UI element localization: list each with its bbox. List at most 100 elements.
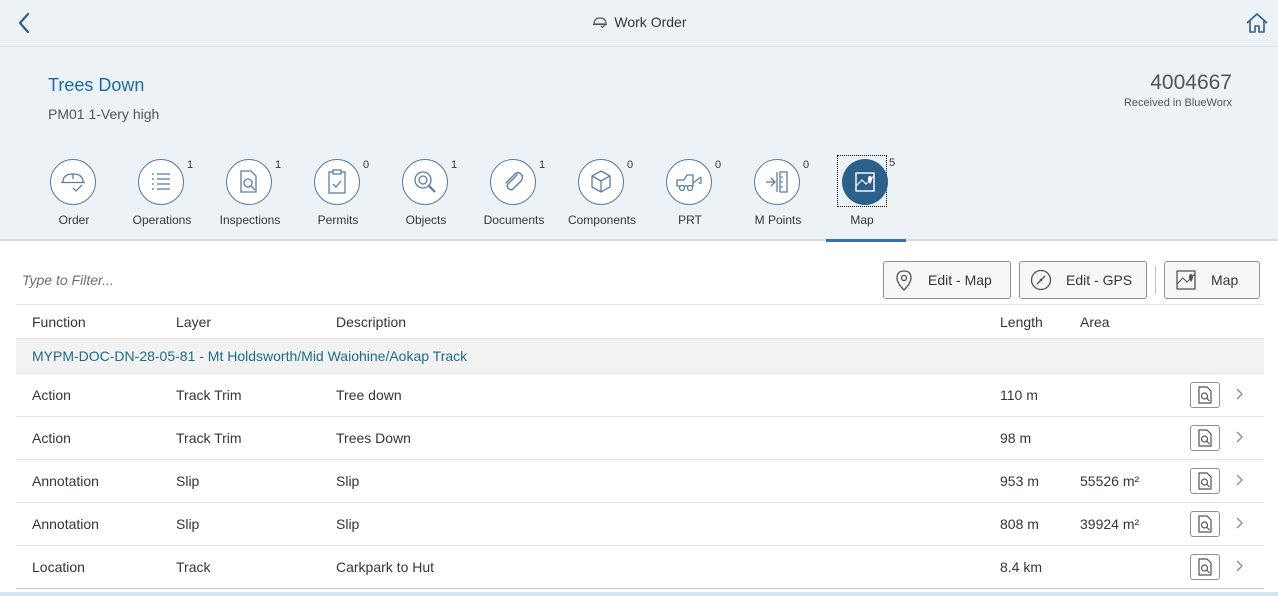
table-row[interactable]: Location Track Carkpark to Hut 8.4 km (16, 545, 1264, 589)
chevron-right-icon[interactable] (1234, 473, 1244, 490)
tab-map-label: Map (850, 213, 874, 227)
tab-components[interactable]: 0 Components (558, 157, 646, 239)
cell-description: Slip (320, 459, 984, 503)
edit-gps-label: Edit - GPS (1066, 272, 1133, 288)
table-header-row: Function Layer Description Length Area (16, 304, 1264, 339)
footer-bar (0, 592, 1278, 596)
tab-documents[interactable]: 1 Documents (470, 157, 558, 239)
tab-m-points[interactable]: 0 M Points (734, 157, 822, 239)
view-details-button[interactable] (1190, 468, 1220, 494)
tab-documents-label: Documents (483, 213, 545, 227)
column-header-function[interactable]: Function (16, 304, 160, 339)
measure-in-icon (766, 171, 788, 193)
tab-m-points-label: M Points (754, 213, 802, 227)
tab-permits[interactable]: 0 Permits (294, 157, 382, 239)
object-search-icon (414, 171, 436, 193)
tab-documents-count: 1 (539, 159, 546, 171)
tab-m-points-count: 0 (803, 159, 810, 171)
document-search-icon (1198, 386, 1212, 404)
tab-inspections[interactable]: 1 Inspections (206, 157, 294, 239)
column-header-description[interactable]: Description (320, 304, 984, 339)
tab-prt[interactable]: 0 PRT (646, 157, 734, 239)
object-header: Trees Down PM01 1-Very high 4004667 Rece… (0, 47, 1278, 242)
document-search-icon (240, 170, 257, 193)
column-header-area[interactable]: Area (1064, 304, 1174, 339)
cell-function: Annotation (16, 502, 160, 546)
edit-map-button[interactable]: Edit - Map (883, 261, 1011, 299)
cell-description: Trees Down (320, 416, 984, 460)
paperclip-icon (505, 172, 524, 191)
document-search-icon (1198, 429, 1212, 447)
document-search-icon (1198, 472, 1212, 490)
object-title: Trees Down (48, 75, 145, 95)
tab-documents-circle (490, 159, 536, 205)
cell-length: 98 m (984, 416, 1064, 460)
tab-inspections-count: 1 (275, 159, 282, 171)
view-details-button[interactable] (1190, 554, 1220, 580)
tab-operations[interactable]: 1 Operations (118, 157, 206, 239)
view-details-button[interactable] (1190, 511, 1220, 537)
cell-area: 39924 m² (1064, 502, 1174, 546)
table-row[interactable]: Annotation Slip Slip 953 m 55526 m² (16, 459, 1264, 503)
tab-map[interactable]: 5 Map (822, 155, 910, 242)
group-header-row[interactable]: MYPM-DOC-DN-28-05-81 - Mt Holdsworth/Mid… (16, 338, 1264, 374)
tab-permits-circle (314, 159, 360, 205)
cell-function: Action (16, 416, 160, 460)
tab-order[interactable]: Order (30, 157, 118, 239)
map-button[interactable]: Map (1164, 261, 1260, 299)
chevron-right-icon[interactable] (1234, 430, 1244, 447)
object-status: Received in BlueWorx (1123, 97, 1232, 109)
compass-icon (1030, 269, 1052, 291)
column-header-length[interactable]: Length (984, 304, 1064, 339)
chevron-right-icon[interactable] (1234, 387, 1244, 404)
document-search-icon (1198, 515, 1212, 533)
tab-prt-circle (666, 159, 712, 205)
tab-inspections-label: Inspections (219, 213, 281, 227)
tab-operations-label: Operations (132, 213, 192, 227)
view-details-button[interactable] (1190, 425, 1220, 451)
tab-objects-circle (402, 159, 448, 205)
cell-description: Carkpark to Hut (320, 545, 984, 589)
cell-layer: Slip (160, 502, 320, 546)
chevron-right-icon[interactable] (1234, 559, 1244, 576)
object-subtitle: PM01 1-Very high (48, 106, 160, 122)
object-number: 4004667 (1150, 71, 1232, 94)
tab-inspections-circle (226, 159, 272, 205)
chevron-right-icon[interactable] (1234, 516, 1244, 533)
edit-gps-button[interactable]: Edit - GPS (1019, 261, 1147, 299)
hard-hat-check-icon (61, 173, 85, 192)
cell-layer: Track Trim (160, 416, 320, 460)
location-pin-icon (896, 270, 912, 291)
tab-components-circle (578, 159, 624, 205)
home-button[interactable] (1244, 10, 1270, 36)
cell-length: 953 m (984, 459, 1064, 503)
tab-m-points-circle (754, 159, 800, 205)
toolbar-separator (1155, 266, 1156, 294)
hard-hat-icon (592, 17, 607, 29)
map-icon (1176, 270, 1196, 290)
group-header-label: MYPM-DOC-DN-28-05-81 - Mt Holdsworth/Mid… (16, 338, 1264, 374)
cell-length: 110 m (984, 373, 1064, 417)
cell-layer: Track Trim (160, 373, 320, 417)
tab-objects[interactable]: 1 Objects (382, 157, 470, 239)
column-header-layer[interactable]: Layer (160, 304, 320, 339)
tab-components-count: 0 (627, 159, 634, 171)
cell-actions (1174, 373, 1264, 417)
home-icon (1246, 13, 1268, 33)
cell-area (1064, 545, 1174, 589)
table-row[interactable]: Action Track Trim Tree down 110 m (16, 373, 1264, 417)
tab-permits-label: Permits (317, 213, 359, 227)
table-row[interactable]: Action Track Trim Trees Down 98 m (16, 416, 1264, 460)
shell-title: Work Order (0, 14, 1278, 30)
view-details-button[interactable] (1190, 382, 1220, 408)
cell-area (1064, 416, 1174, 460)
filter-input[interactable] (16, 267, 528, 293)
tab-objects-label: Objects (405, 213, 447, 227)
tab-prt-label: PRT (678, 213, 702, 227)
table-toolbar: Edit - Map Edit - GPS Map (16, 259, 1264, 303)
table-row[interactable]: Annotation Slip Slip 808 m 39924 m² (16, 502, 1264, 546)
cell-layer: Slip (160, 459, 320, 503)
tab-map-underline (826, 239, 906, 242)
map-icon (855, 172, 875, 192)
cell-area (1064, 373, 1174, 417)
